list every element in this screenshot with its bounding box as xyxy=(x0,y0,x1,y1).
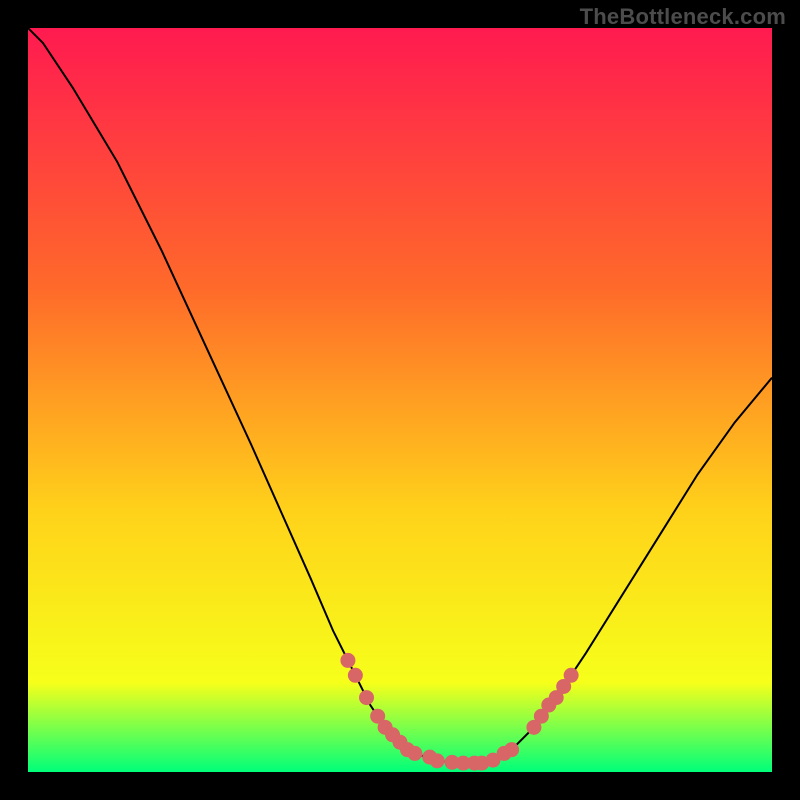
curve-marker xyxy=(408,746,422,760)
curve-marker xyxy=(564,668,578,682)
curve-marker xyxy=(348,668,362,682)
curve-marker xyxy=(505,743,519,757)
watermark-text: TheBottleneck.com xyxy=(580,4,786,30)
marker-points xyxy=(28,28,772,772)
curve-marker xyxy=(341,653,355,667)
curve-marker xyxy=(360,691,374,705)
plot-area xyxy=(28,28,772,772)
curve-marker xyxy=(430,754,444,768)
chart-container: TheBottleneck.com xyxy=(0,0,800,800)
